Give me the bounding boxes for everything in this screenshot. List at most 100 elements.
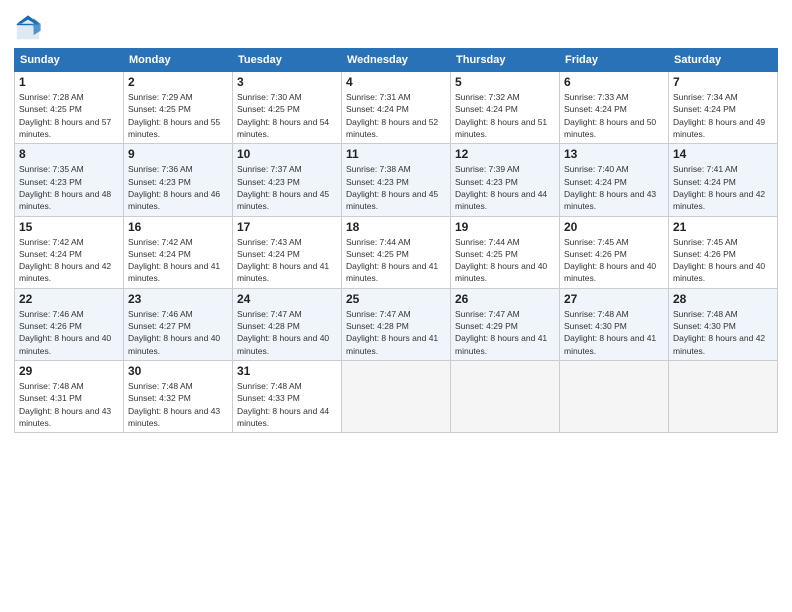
day-info: Sunrise: 7:36 AMSunset: 4:23 PMDaylight:… (128, 163, 228, 212)
calendar-day-cell: 15 Sunrise: 7:42 AMSunset: 4:24 PMDayligh… (15, 216, 124, 288)
calendar-day-cell: 1Sunrise: 7:28 AMSunset: 4:25 PMDaylight… (15, 72, 124, 144)
calendar-day-cell: 4 Sunrise: 7:31 AMSunset: 4:24 PMDaylight… (342, 72, 451, 144)
day-info: Sunrise: 7:30 AMSunset: 4:25 PMDaylight:… (237, 91, 337, 140)
calendar-day-cell: 12 Sunrise: 7:39 AMSunset: 4:23 PMDayligh… (451, 144, 560, 216)
day-info: Sunrise: 7:42 AMSunset: 4:24 PMDaylight:… (128, 236, 228, 285)
day-number: 22 (19, 292, 119, 306)
calendar-table: SundayMondayTuesdayWednesdayThursdayFrid… (14, 48, 778, 433)
calendar-body: 1Sunrise: 7:28 AMSunset: 4:25 PMDaylight… (15, 72, 778, 433)
day-info: Sunrise: 7:45 AMSunset: 4:26 PMDaylight:… (673, 236, 773, 285)
day-number: 21 (673, 220, 773, 234)
calendar-week-row: 1Sunrise: 7:28 AMSunset: 4:25 PMDaylight… (15, 72, 778, 144)
day-number: 3 (237, 75, 337, 89)
day-number: 2 (128, 75, 228, 89)
day-number: 10 (237, 147, 337, 161)
calendar-day-cell: 3 Sunrise: 7:30 AMSunset: 4:25 PMDaylight… (233, 72, 342, 144)
day-number: 13 (564, 147, 664, 161)
day-number: 18 (346, 220, 446, 234)
calendar-day-cell: 6Sunrise: 7:33 AMSunset: 4:24 PMDaylight… (560, 72, 669, 144)
weekday-header-cell: Tuesday (233, 49, 342, 72)
day-number: 9 (128, 147, 228, 161)
weekday-header-cell: Saturday (669, 49, 778, 72)
day-number: 31 (237, 364, 337, 378)
day-number: 11 (346, 147, 446, 161)
calendar-day-cell: 14 Sunrise: 7:41 AMSunset: 4:24 PMDayligh… (669, 144, 778, 216)
calendar-day-cell: 26Sunrise: 7:47 AMSunset: 4:29 PMDayligh… (451, 288, 560, 360)
day-number: 7 (673, 75, 773, 89)
calendar-week-row: 15 Sunrise: 7:42 AMSunset: 4:24 PMDayligh… (15, 216, 778, 288)
day-info: Sunrise: 7:40 AMSunset: 4:24 PMDaylight:… (564, 163, 664, 212)
day-info: Sunrise: 7:43 AMSunset: 4:24 PMDaylight:… (237, 236, 337, 285)
calendar-week-row: 22 Sunrise: 7:46 AMSunset: 4:26 PMDayligh… (15, 288, 778, 360)
day-info: Sunrise: 7:41 AMSunset: 4:24 PMDaylight:… (673, 163, 773, 212)
calendar-day-cell: 8 Sunrise: 7:35 AMSunset: 4:23 PMDaylight… (15, 144, 124, 216)
calendar-week-row: 8 Sunrise: 7:35 AMSunset: 4:23 PMDaylight… (15, 144, 778, 216)
day-number: 4 (346, 75, 446, 89)
day-info: Sunrise: 7:48 AMSunset: 4:33 PMDaylight:… (237, 380, 337, 429)
day-number: 29 (19, 364, 119, 378)
day-number: 6 (564, 75, 664, 89)
calendar-day-cell: 18 Sunrise: 7:44 AMSunset: 4:25 PMDayligh… (342, 216, 451, 288)
calendar-day-cell: 20 Sunrise: 7:45 AMSunset: 4:26 PMDayligh… (560, 216, 669, 288)
day-info: Sunrise: 7:44 AMSunset: 4:25 PMDaylight:… (346, 236, 446, 285)
logo-icon (14, 14, 42, 42)
day-info: Sunrise: 7:48 AMSunset: 4:31 PMDaylight:… (19, 380, 119, 429)
calendar-day-cell: 28 Sunrise: 7:48 AMSunset: 4:30 PMDayligh… (669, 288, 778, 360)
day-info: Sunrise: 7:42 AMSunset: 4:24 PMDaylight:… (19, 236, 119, 285)
calendar-day-cell: 29 Sunrise: 7:48 AMSunset: 4:31 PMDayligh… (15, 361, 124, 433)
day-number: 23 (128, 292, 228, 306)
day-number: 25 (346, 292, 446, 306)
calendar-day-cell: 19Sunrise: 7:44 AMSunset: 4:25 PMDayligh… (451, 216, 560, 288)
day-number: 24 (237, 292, 337, 306)
day-info: Sunrise: 7:45 AMSunset: 4:26 PMDaylight:… (564, 236, 664, 285)
calendar-day-cell (669, 361, 778, 433)
day-info: Sunrise: 7:46 AMSunset: 4:26 PMDaylight:… (19, 308, 119, 357)
calendar-day-cell: 21 Sunrise: 7:45 AMSunset: 4:26 PMDayligh… (669, 216, 778, 288)
weekday-header-cell: Wednesday (342, 49, 451, 72)
calendar-day-cell (560, 361, 669, 433)
calendar-day-cell: 10 Sunrise: 7:37 AMSunset: 4:23 PMDayligh… (233, 144, 342, 216)
calendar-day-cell: 25Sunrise: 7:47 AMSunset: 4:28 PMDayligh… (342, 288, 451, 360)
day-number: 16 (128, 220, 228, 234)
day-info: Sunrise: 7:48 AMSunset: 4:30 PMDaylight:… (673, 308, 773, 357)
day-info: Sunrise: 7:38 AMSunset: 4:23 PMDaylight:… (346, 163, 446, 212)
day-info: Sunrise: 7:35 AMSunset: 4:23 PMDaylight:… (19, 163, 119, 212)
calendar-day-cell: 16 Sunrise: 7:42 AMSunset: 4:24 PMDayligh… (124, 216, 233, 288)
weekday-header-cell: Monday (124, 49, 233, 72)
day-info: Sunrise: 7:37 AMSunset: 4:23 PMDaylight:… (237, 163, 337, 212)
header (14, 10, 778, 42)
day-number: 14 (673, 147, 773, 161)
calendar-day-cell (342, 361, 451, 433)
day-number: 28 (673, 292, 773, 306)
calendar-day-cell: 7 Sunrise: 7:34 AMSunset: 4:24 PMDaylight… (669, 72, 778, 144)
calendar-day-cell: 17 Sunrise: 7:43 AMSunset: 4:24 PMDayligh… (233, 216, 342, 288)
weekday-header-row: SundayMondayTuesdayWednesdayThursdayFrid… (15, 49, 778, 72)
calendar-day-cell: 13 Sunrise: 7:40 AMSunset: 4:24 PMDayligh… (560, 144, 669, 216)
day-number: 1 (19, 75, 119, 89)
calendar-day-cell: 27 Sunrise: 7:48 AMSunset: 4:30 PMDayligh… (560, 288, 669, 360)
day-info: Sunrise: 7:29 AMSunset: 4:25 PMDaylight:… (128, 91, 228, 140)
day-info: Sunrise: 7:31 AMSunset: 4:24 PMDaylight:… (346, 91, 446, 140)
day-info: Sunrise: 7:46 AMSunset: 4:27 PMDaylight:… (128, 308, 228, 357)
day-number: 5 (455, 75, 555, 89)
calendar-day-cell: 2 Sunrise: 7:29 AMSunset: 4:25 PMDaylight… (124, 72, 233, 144)
day-info: Sunrise: 7:47 AMSunset: 4:28 PMDaylight:… (237, 308, 337, 357)
day-info: Sunrise: 7:39 AMSunset: 4:23 PMDaylight:… (455, 163, 555, 212)
day-info: Sunrise: 7:32 AMSunset: 4:24 PMDaylight:… (455, 91, 555, 140)
day-number: 17 (237, 220, 337, 234)
calendar-day-cell: 30 Sunrise: 7:48 AMSunset: 4:32 PMDayligh… (124, 361, 233, 433)
day-info: Sunrise: 7:47 AMSunset: 4:29 PMDaylight:… (455, 308, 555, 357)
day-info: Sunrise: 7:34 AMSunset: 4:24 PMDaylight:… (673, 91, 773, 140)
day-info: Sunrise: 7:48 AMSunset: 4:32 PMDaylight:… (128, 380, 228, 429)
day-number: 27 (564, 292, 664, 306)
day-number: 30 (128, 364, 228, 378)
day-number: 12 (455, 147, 555, 161)
weekday-header-cell: Sunday (15, 49, 124, 72)
day-info: Sunrise: 7:48 AMSunset: 4:30 PMDaylight:… (564, 308, 664, 357)
day-number: 8 (19, 147, 119, 161)
calendar-day-cell: 9 Sunrise: 7:36 AMSunset: 4:23 PMDaylight… (124, 144, 233, 216)
day-number: 15 (19, 220, 119, 234)
day-number: 20 (564, 220, 664, 234)
calendar-day-cell: 11 Sunrise: 7:38 AMSunset: 4:23 PMDayligh… (342, 144, 451, 216)
calendar-day-cell (451, 361, 560, 433)
